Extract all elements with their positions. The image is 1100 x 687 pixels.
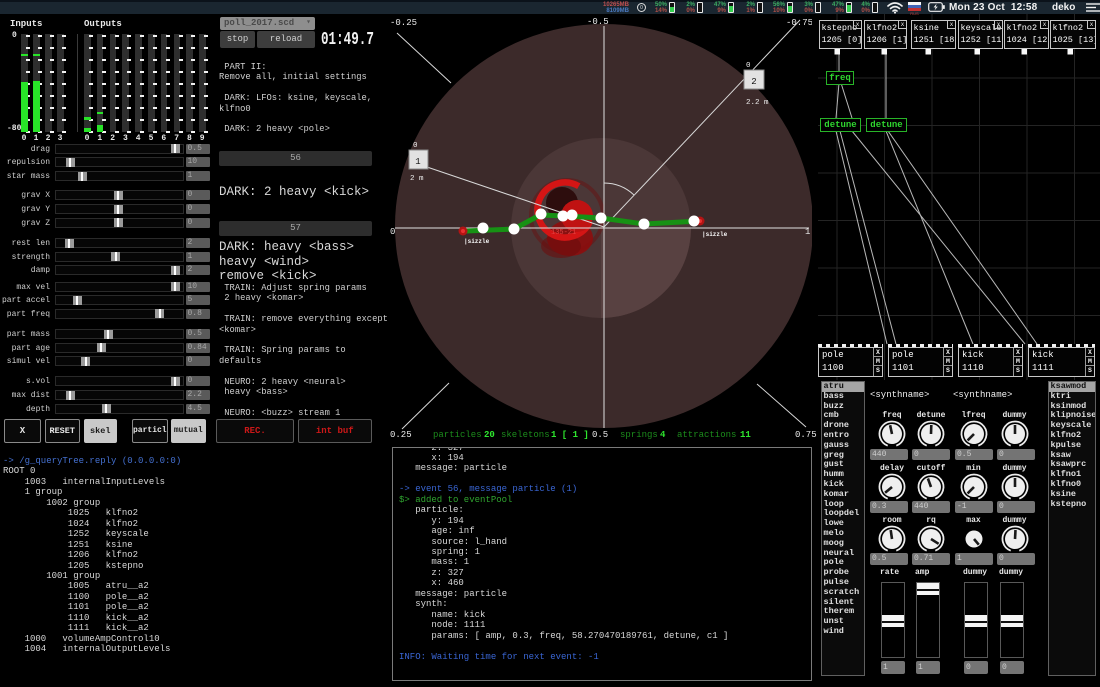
svg-text:0: 0 (390, 227, 395, 237)
svg-text:2: 2 (751, 77, 756, 87)
svg-text:1: 1 (805, 227, 810, 237)
svg-text:1: 1 (415, 157, 420, 167)
svg-text:0: 0 (413, 142, 418, 150)
svg-text:-0.25: -0.25 (390, 18, 417, 28)
svg-text:0: 0 (746, 62, 751, 70)
svg-text:135-21: 135-21 (551, 229, 576, 237)
svg-text:-0.75: -0.75 (786, 18, 812, 28)
svg-text:2.2 m: 2.2 m (746, 99, 769, 107)
svg-text:2 m: 2 m (410, 175, 424, 183)
svg-text:-0.5: -0.5 (587, 17, 609, 27)
svg-text:|sizzle: |sizzle (464, 238, 490, 245)
svg-text:|sizzle: |sizzle (702, 231, 728, 238)
